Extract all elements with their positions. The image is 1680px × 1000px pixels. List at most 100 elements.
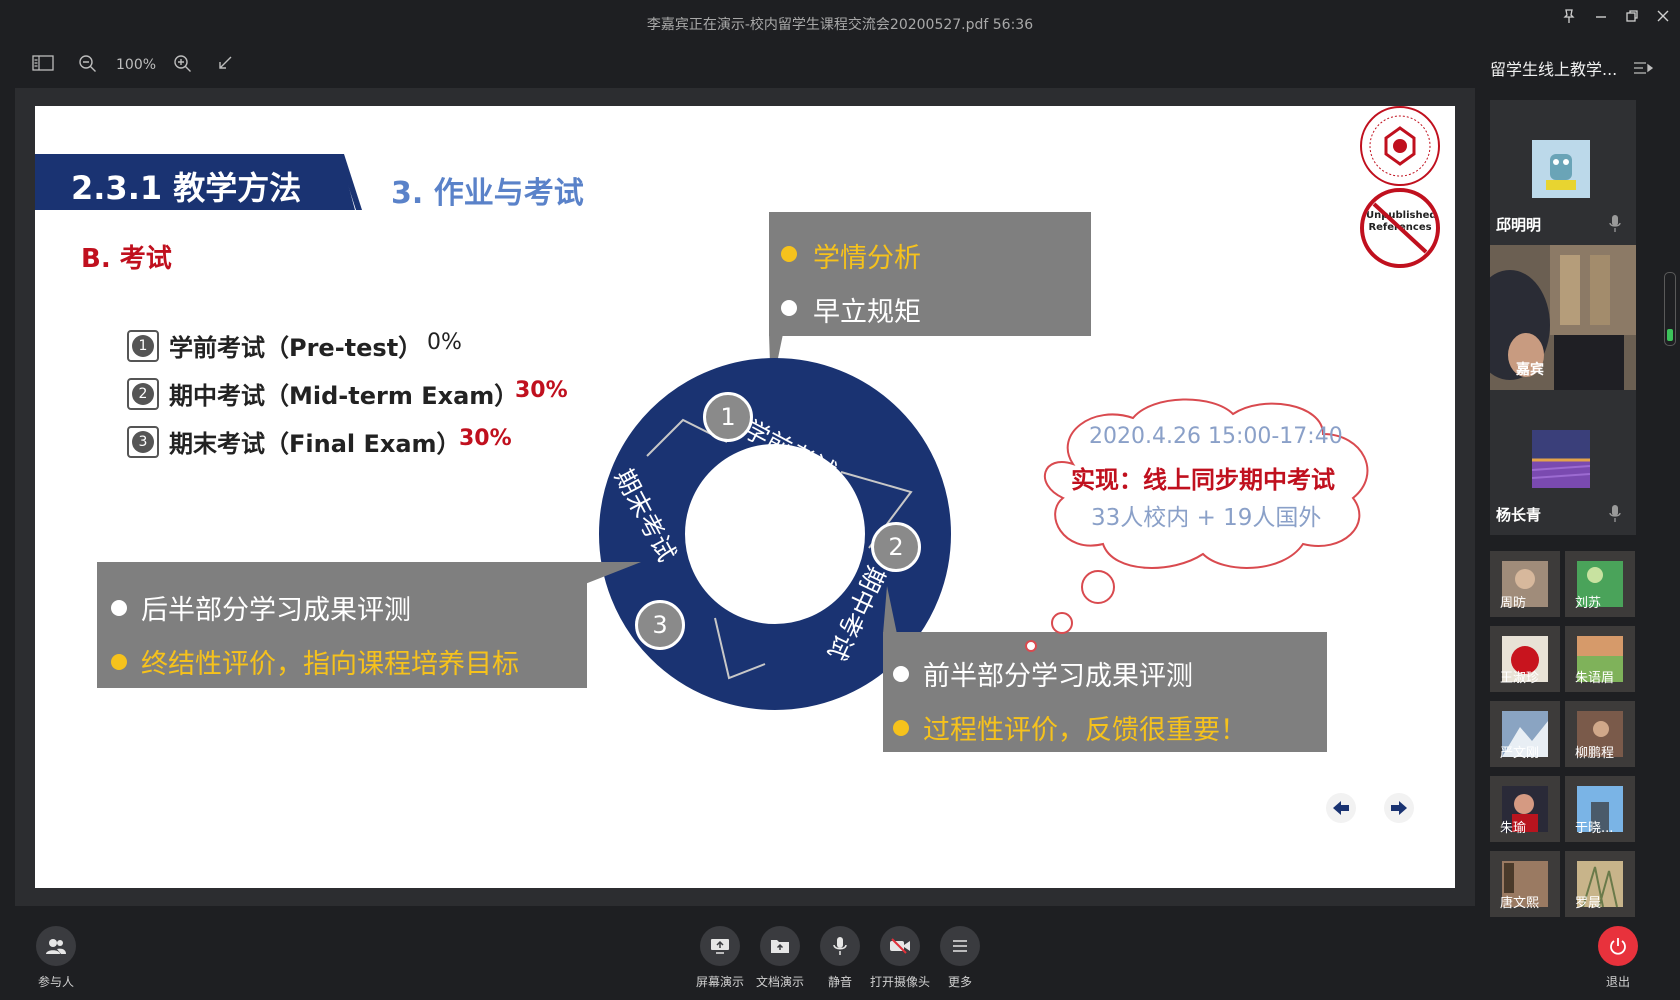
participant-name: 朱瑜 <box>1500 821 1527 836</box>
thought-cloud: 2020.4.26 15:00-17:40 实现：线上同步期中考试 33人校内 … <box>1033 394 1393 584</box>
number-badge: 3 <box>127 426 159 458</box>
pin-icon[interactable] <box>1558 8 1580 30</box>
cloud-bubble <box>1051 612 1073 634</box>
participant-name: 刘苏 <box>1575 596 1602 611</box>
participant-thumb[interactable]: 刘苏 <box>1565 551 1635 617</box>
exam-percent: 30% <box>515 378 568 403</box>
people-icon <box>46 939 66 954</box>
minimize-icon[interactable] <box>1590 8 1612 30</box>
participant-name: 于晓... <box>1575 821 1614 836</box>
mute-button[interactable] <box>820 926 860 966</box>
participant-thumb[interactable]: 王淑珍 <box>1490 626 1560 692</box>
bullet-white <box>111 600 127 616</box>
next-slide-icon[interactable] <box>1383 792 1415 824</box>
panel-scrollbar[interactable] <box>1664 272 1676 346</box>
zoom-level: 100% <box>116 57 157 73</box>
participant-thumb[interactable]: 朱语眉 <box>1565 626 1635 692</box>
participant-name: 邱明明 <box>1496 216 1542 234</box>
cloud-bubble <box>1025 640 1037 652</box>
mic-icon <box>1608 214 1622 234</box>
participant-tile[interactable]: 邱明明 <box>1490 100 1636 245</box>
participants-button[interactable] <box>36 926 76 966</box>
callout-pointer <box>883 586 903 634</box>
callout-line: 前半部分学习成果评测 <box>923 661 1193 692</box>
unpublished-references-stamp: Unpublished References <box>1360 188 1440 268</box>
bullet-white <box>893 666 909 682</box>
participant-tile[interactable]: 杨长青 <box>1490 390 1636 535</box>
pretest-callout: 学情分析 早立规矩 <box>769 212 1091 336</box>
bullet-yellow <box>893 720 909 736</box>
exam-heading: B. 考试 <box>81 244 172 274</box>
prev-slide-icon[interactable] <box>1325 792 1357 824</box>
participant-video-tile[interactable]: 嘉宾 <box>1490 245 1636 390</box>
bullet-yellow <box>111 654 127 670</box>
callout-line: 学情分析 <box>813 243 921 274</box>
zoom-in-icon[interactable] <box>173 54 193 76</box>
menu-icon <box>953 940 967 952</box>
callout-pointer <box>585 562 645 588</box>
power-icon <box>1610 938 1626 955</box>
exam-item: 2 期中考试（Mid-term Exam） 30% <box>127 376 627 412</box>
camera-off-icon <box>890 938 910 954</box>
participants-label: 参与人 <box>37 975 74 989</box>
sidebar-toggle-icon[interactable] <box>32 54 54 76</box>
presentation-slide: 2.3.1 教学方法 3. 作业与考试 B. 考试 1 学前考试（Pre-tes… <box>35 106 1455 888</box>
university-seal-icon <box>1360 106 1440 186</box>
participant-name: 严文刚 <box>1500 746 1540 761</box>
participant-thumb[interactable]: 唐文熙 <box>1490 851 1560 917</box>
fit-page-icon[interactable] <box>216 54 234 76</box>
video-feed <box>1490 245 1636 390</box>
zoom-out-icon[interactable] <box>78 54 98 76</box>
midterm-callout: 前半部分学习成果评测 过程性评价，反馈很重要！ <box>883 632 1327 752</box>
screen-share-icon <box>711 939 729 954</box>
participant-thumb[interactable]: 罗晨 <box>1565 851 1635 917</box>
participant-name: 杨长青 <box>1496 506 1542 524</box>
more-label: 更多 <box>947 975 972 989</box>
restore-icon[interactable] <box>1621 8 1643 30</box>
cloud-highlight: 实现：线上同步期中考试 <box>1071 466 1335 494</box>
callout-line: 早立规矩 <box>813 297 921 328</box>
exam-item: 1 学前考试（Pre-test） 0% <box>127 328 627 364</box>
bullet-yellow <box>781 246 797 262</box>
participant-name: 罗晨 <box>1575 896 1602 911</box>
participant-thumb[interactable]: 周昉 <box>1490 551 1560 617</box>
callout-line: 过程性评价，反馈很重要！ <box>923 715 1247 746</box>
participant-thumb[interactable]: 严文刚 <box>1490 701 1560 767</box>
participant-name: 周昉 <box>1500 596 1527 611</box>
exit-button[interactable] <box>1598 926 1638 966</box>
participant-name: 唐文熙 <box>1500 896 1540 911</box>
section-banner: 2.3.1 教学方法 <box>35 154 355 210</box>
doc-share-button[interactable] <box>760 926 800 966</box>
participant-name: 嘉宾 <box>1516 362 1544 378</box>
number-badge: 1 <box>127 330 159 362</box>
number-badge: 2 <box>127 378 159 410</box>
callout-line: 后半部分学习成果评测 <box>141 595 411 626</box>
exam-label: 学前考试（Pre-test） <box>169 334 423 362</box>
mic-icon <box>1608 504 1622 524</box>
cloud-count: 33人校内 + 19人国外 <box>1091 505 1322 531</box>
participant-name: 朱语眉 <box>1575 671 1615 686</box>
more-button[interactable] <box>940 926 980 966</box>
callout-line: 终结性评价，指向课程培养目标 <box>141 649 519 680</box>
cloud-date: 2020.4.26 15:00-17:40 <box>1089 424 1343 449</box>
folder-icon <box>771 940 789 953</box>
collapse-panel-icon[interactable] <box>1632 58 1654 78</box>
exam-label: 期中考试（Mid-term Exam） <box>169 382 519 410</box>
participant-thumb[interactable]: 柳鹏程 <box>1565 701 1635 767</box>
exam-percent: 0% <box>427 330 462 355</box>
exam-percent: 30% <box>459 426 512 451</box>
meeting-title: 留学生线上教学... <box>1490 60 1618 79</box>
participant-name: 柳鹏程 <box>1575 746 1615 761</box>
step-2-badge: 2 <box>871 522 921 572</box>
section-title: 2.3.1 教学方法 <box>71 169 302 207</box>
avatar <box>1532 140 1590 198</box>
exam-item: 3 期末考试（Final Exam） 30% <box>127 424 627 460</box>
participant-thumb[interactable]: 于晓... <box>1565 776 1635 842</box>
camera-button[interactable] <box>880 926 920 966</box>
participant-thumb[interactable]: 朱瑜 <box>1490 776 1560 842</box>
screen-share-button[interactable] <box>700 926 740 966</box>
close-icon[interactable] <box>1652 8 1674 30</box>
scrollbar-thumb[interactable] <box>1667 329 1673 341</box>
avatar <box>1532 430 1590 488</box>
final-callout: 后半部分学习成果评测 终结性评价，指向课程培养目标 <box>97 562 587 688</box>
